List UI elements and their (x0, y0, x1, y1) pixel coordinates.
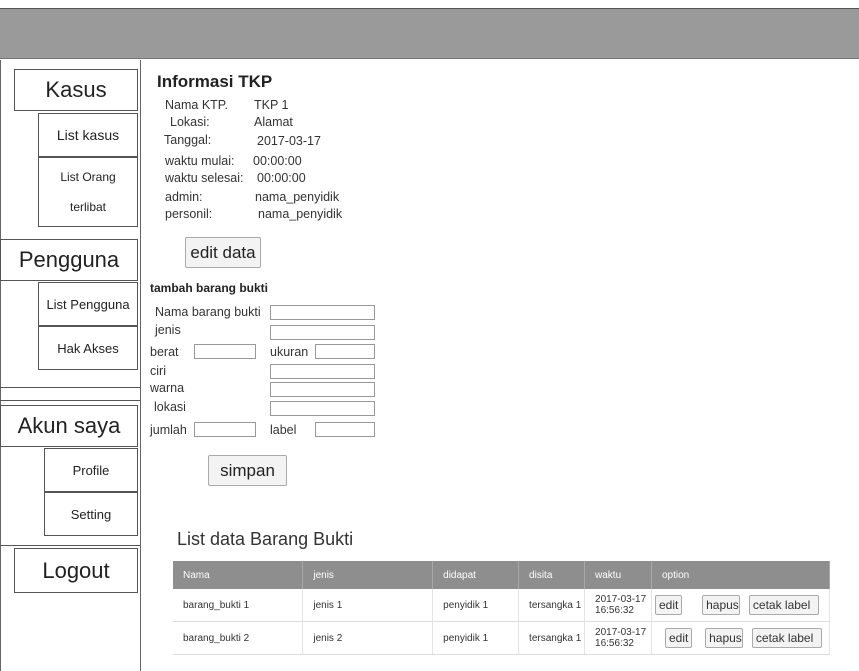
cell-didapat: penyidik 1 (432, 621, 520, 655)
ukuran-input[interactable] (315, 344, 375, 359)
waktu-mulai-label: waktu mulai: (165, 154, 235, 168)
ukuran-label: ukuran (270, 345, 309, 359)
simpan-button-label: simpan (220, 460, 275, 480)
header-nama: Nama (173, 561, 304, 589)
cell-disita: tersangka 1 (518, 621, 586, 655)
sidebar-pengguna[interactable]: Pengguna (0, 239, 138, 281)
lokasi-value: Alamat (254, 115, 293, 129)
sidebar-border-left (0, 60, 1, 671)
lokasi-label: Lokasi: (170, 115, 210, 129)
sidebar-logout[interactable]: Logout (14, 548, 138, 593)
sidebar-item-profile[interactable]: Profile (44, 448, 138, 492)
sidebar-item-label: Profile (72, 462, 110, 478)
nama-barang-label: Nama barang bukti (155, 305, 261, 319)
hapus-button[interactable]: hapus (702, 595, 741, 615)
sidebar-pengguna-label: Pengguna (18, 247, 120, 272)
lokasi-input[interactable] (270, 401, 375, 416)
admin-label: admin: (165, 190, 203, 204)
jenis-input[interactable] (270, 325, 375, 340)
header-disita: disita (518, 561, 586, 589)
cell-waktu: 2017-03-17 16:56:32 (584, 621, 652, 655)
warna-label: warna (150, 381, 185, 395)
label-label: label (270, 423, 297, 437)
nama-value: TKP 1 (254, 98, 289, 112)
sidebar-item-label: List kasus (56, 127, 120, 143)
jumlah-label: jumlah (150, 423, 187, 437)
sidebar-kasus-label: Kasus (45, 77, 107, 102)
sidebar-item-label: Setting (70, 506, 112, 522)
admin-value: nama_penyidik (255, 190, 340, 204)
personil-value: nama_penyidik (258, 207, 343, 221)
table-row: barang_bukti 1 jenis 1 penyidik 1 tersan… (173, 589, 831, 622)
berat-label: berat (150, 345, 179, 359)
sidebar-item-list-kasus[interactable]: List kasus (38, 113, 138, 157)
sidebar-item-label: List Pengguna (46, 296, 130, 312)
hapus-button[interactable]: hapus (705, 628, 744, 648)
simpan-button[interactable]: simpan (208, 455, 287, 486)
sidebar-item-label-2: terlibat (69, 200, 107, 214)
edit-data-button-label: edit data (190, 242, 256, 262)
cell-nama: barang_bukti 1 (173, 589, 304, 622)
nama-label: Nama KTP. (165, 98, 228, 112)
form-title: tambah barang bukti (150, 281, 269, 295)
label-input[interactable] (315, 422, 375, 437)
cell-nama: barang_bukti 2 (173, 621, 304, 655)
berat-input[interactable] (194, 344, 256, 359)
barang-bukti-table: Nama jenis didapat disita waktu option b… (173, 561, 831, 655)
tanggal-label: Tanggal: (164, 133, 212, 147)
ciri-input[interactable] (270, 364, 375, 379)
sidebar-divider (0, 545, 140, 546)
sidebar-item-label: List Orang (60, 170, 116, 184)
cell-disita: tersangka 1 (518, 589, 586, 622)
sidebar-akun-saya[interactable]: Akun saya (0, 405, 138, 447)
cell-option: edit hapus cetak label (651, 621, 831, 655)
sidebar-item-setting[interactable]: Setting (44, 492, 138, 536)
sidebar-akun-saya-label: Akun saya (17, 413, 121, 438)
table-row: barang_bukti 2 jenis 2 penyidik 1 tersan… (173, 621, 831, 655)
edit-button[interactable]: edit (664, 628, 693, 648)
edit-data-button[interactable]: edit data (185, 237, 261, 268)
list-title: List data Barang Bukti (177, 529, 354, 549)
header-waktu: waktu (584, 561, 652, 589)
waktu-mulai-value: 00:00:00 (253, 154, 302, 168)
header-didapat: didapat (432, 561, 520, 589)
cell-waktu: 2017-03-17 16:56:32 (584, 589, 652, 622)
jenis-label: jenis (155, 323, 181, 337)
sidebar-divider (0, 400, 140, 401)
sidebar-logout-label: Logout (42, 557, 110, 583)
sidebar-border-right (140, 60, 141, 671)
sidebar-item-list-pengguna[interactable]: List Pengguna (38, 282, 138, 326)
jumlah-input[interactable] (194, 422, 256, 437)
sidebar-item-list-orang-terlibat[interactable]: List Orang terlibat (38, 157, 138, 227)
lokasi-label: lokasi (154, 400, 186, 414)
sidebar-item-label: Hak Akses (57, 340, 119, 356)
top-header-bar (0, 8, 859, 59)
header-jenis: jenis (302, 561, 434, 589)
sidebar-divider (0, 387, 140, 388)
tanggal-value: 2017-03-17 (257, 134, 321, 148)
cetak-label-button[interactable]: cetak label (751, 628, 822, 648)
page-title: Informasi TKP (157, 72, 273, 91)
cetak-label-button[interactable]: cetak label (748, 595, 819, 615)
ciri-label: ciri (150, 364, 166, 378)
sidebar-item-hak-akses[interactable]: Hak Akses (38, 326, 138, 370)
warna-input[interactable] (270, 382, 375, 397)
edit-button[interactable]: edit (654, 595, 683, 615)
nama-barang-input[interactable] (270, 305, 375, 320)
table-header-row: Nama jenis didapat disita waktu option (173, 561, 831, 589)
cell-option: edit hapus cetak label (651, 589, 831, 622)
header-option: option (651, 561, 831, 589)
waktu-selesai-value: 00:00:00 (257, 171, 306, 185)
waktu-selesai-label: waktu selesai: (165, 171, 244, 185)
cell-didapat: penyidik 1 (432, 589, 520, 622)
sidebar-kasus[interactable]: Kasus (14, 69, 138, 111)
cell-jenis: jenis 2 (302, 621, 434, 655)
cell-jenis: jenis 1 (302, 589, 434, 622)
personil-label: personil: (165, 207, 213, 221)
